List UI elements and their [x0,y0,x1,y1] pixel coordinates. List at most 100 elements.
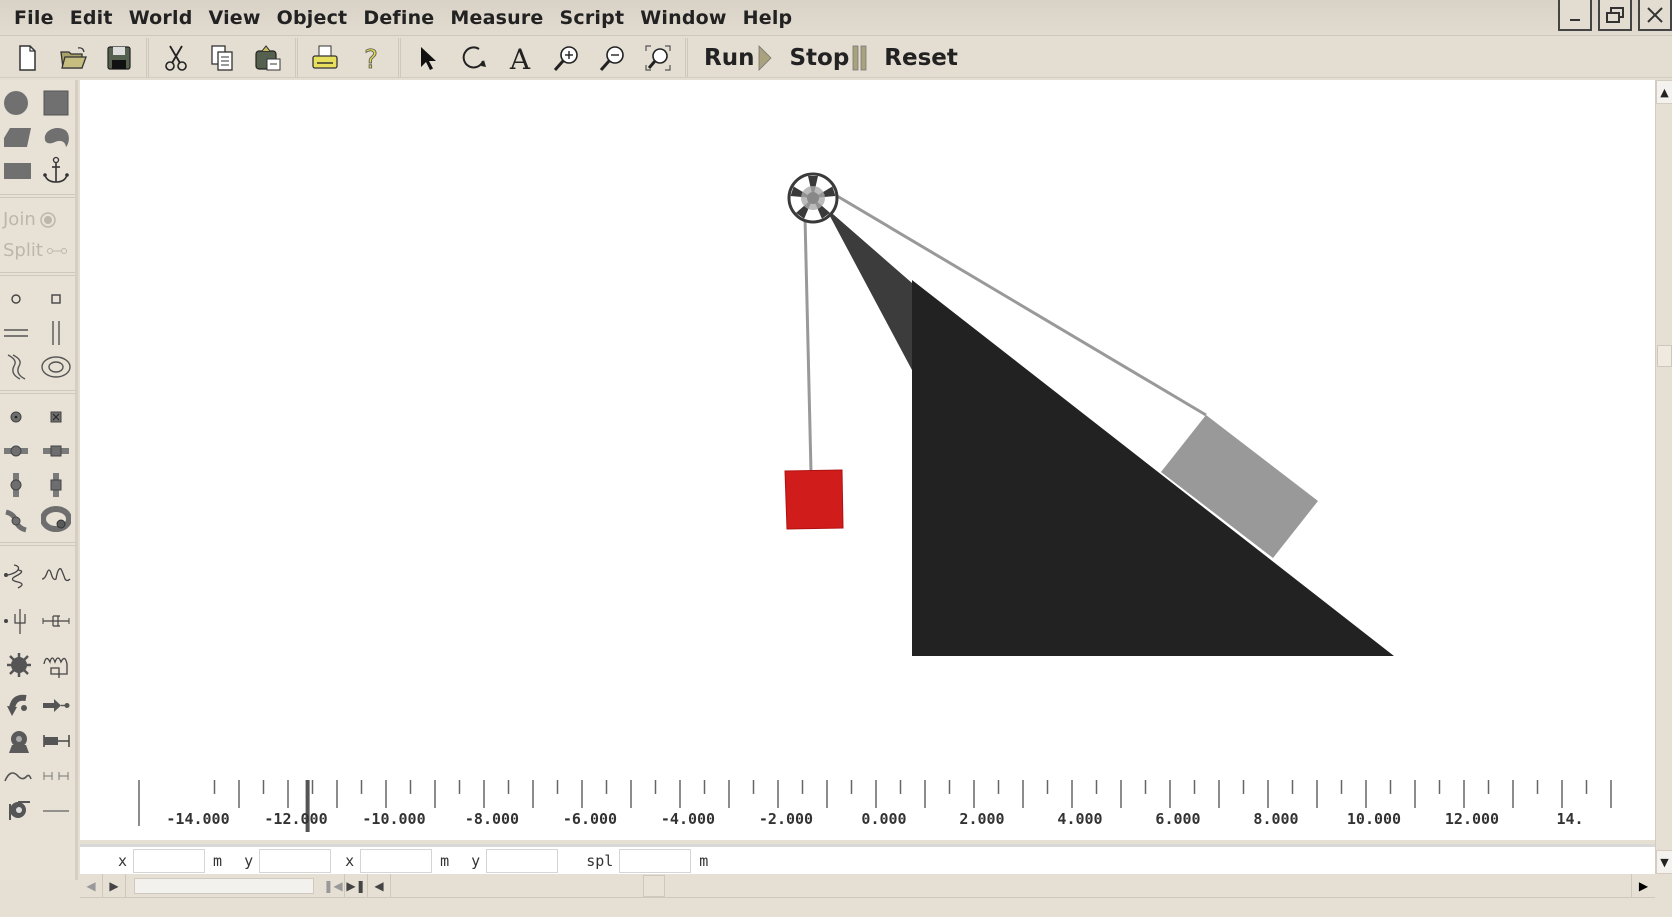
pulley-line-tool[interactable] [38,794,76,828]
paste-button[interactable] [245,39,291,77]
tape-player-bar: ◀ ▶ ❚◀ ▶❚ ◀ ▶ [80,873,1655,898]
minimize-button[interactable] [1558,0,1592,31]
help-question-icon: ? [364,44,379,72]
pulley[interactable] [787,172,839,224]
cut-button[interactable] [153,39,199,77]
hanging-block[interactable] [784,469,844,530]
pulley-tool[interactable] [0,794,38,828]
rope-tool[interactable] [0,759,38,793]
vertical-scrollbar[interactable]: ▲ ▼ [1655,80,1672,874]
run-button[interactable]: Run [696,44,781,72]
x1-label: x [118,851,128,870]
closed-slot-tool[interactable] [38,350,76,384]
vertical-slot-tool[interactable] [38,316,76,350]
rod-tool[interactable] [38,604,76,638]
menu-edit[interactable]: Edit [62,7,121,29]
menu-window[interactable]: Window [632,7,734,29]
pin-joint-tool[interactable] [0,400,38,434]
motor-tool[interactable] [0,724,38,758]
tape-back-button[interactable]: ◀ [80,873,103,898]
incline-ramp[interactable] [912,280,1394,656]
scroll-left-icon: ◀ [374,878,384,893]
curved-pin-slot-tool[interactable] [0,502,38,536]
polygon-tool[interactable] [0,120,38,154]
zoom-fit-icon [645,44,671,71]
close-button[interactable] [1638,0,1672,31]
horizontal-rigid-slot-tool[interactable] [38,434,76,468]
reset-button[interactable]: Reset [876,45,966,71]
scroll-up-button[interactable]: ▲ [1656,80,1672,104]
pointer-tool-button[interactable] [405,39,451,77]
curved-slot-tool[interactable] [0,350,38,384]
menu-view[interactable]: View [201,7,269,29]
anchor-tool[interactable] [38,154,76,188]
file-tools [0,38,149,77]
horizontal-slot-tool[interactable] [0,316,38,350]
linear-actuator-tool[interactable] [38,724,76,758]
menu-file[interactable]: File [6,7,62,29]
join-button[interactable]: Join [0,204,75,235]
rotational-damper-tool[interactable] [38,648,76,682]
zoom-fit-button[interactable] [635,39,681,77]
stop-button[interactable]: Stop [781,44,876,72]
split-button[interactable]: Split [0,235,75,266]
menu-object[interactable]: Object [269,7,356,29]
scroll-right-button[interactable]: ▶ [1631,873,1655,898]
zoom-in-button[interactable] [543,39,589,77]
menu-world[interactable]: World [121,7,201,29]
square-tool[interactable] [38,86,76,120]
tape-forward-button[interactable]: ▶ [103,873,126,898]
restore-button[interactable] [1598,0,1632,31]
rectangle-tool[interactable] [0,154,38,188]
circle-tool[interactable] [0,86,38,120]
horizontal-scroll-thumb[interactable] [643,874,665,897]
point-tool[interactable] [0,282,38,316]
damper-wave-tool[interactable] [38,558,76,592]
rotational-spring-tool[interactable] [0,648,38,682]
spring-tool[interactable] [0,558,38,592]
menu-define[interactable]: Define [355,7,442,29]
text-tool-button[interactable]: A [497,39,543,77]
scroll-down-button[interactable]: ▼ [1656,850,1672,874]
new-file-button[interactable] [4,39,50,77]
print-button[interactable] [302,39,348,77]
fast-forward-button[interactable]: ▶❚ [345,873,368,898]
rewind-button[interactable]: ❚◀ [322,873,345,898]
separator-tool[interactable] [38,759,76,793]
x1-field[interactable] [133,848,206,873]
rigid-joint-tool[interactable] [38,400,76,434]
simulation-controls: Run Stop Reset [688,38,970,77]
copy-button[interactable] [199,39,245,77]
spl-field[interactable] [619,848,692,873]
cut-scissors-icon [165,45,187,71]
y1-field[interactable] [259,848,332,873]
x2-field[interactable] [360,848,433,873]
save-button[interactable] [96,39,142,77]
y2-field[interactable] [486,848,559,873]
horizontal-pin-slot-tool[interactable] [0,434,38,468]
actuator-tool[interactable] [38,688,76,722]
vertical-scroll-thumb[interactable] [1657,345,1672,367]
vertical-pin-slot-tool[interactable] [0,468,38,502]
incline-wedge-shadow[interactable] [824,205,912,370]
rotate-tool-button[interactable] [451,39,497,77]
zoom-out-button[interactable] [589,39,635,77]
rotation-motor-tool[interactable] [0,688,38,722]
pause-bars-icon [852,45,867,70]
menu-help[interactable]: Help [735,7,801,29]
ruler-tick-label: -12.000 [264,810,328,828]
menu-script[interactable]: Script [552,7,633,29]
menu-measure[interactable]: Measure [442,7,551,29]
closed-curved-slot-tool[interactable] [38,502,76,536]
horizontal-scrollbar[interactable]: ▶ [391,873,1655,898]
vertical-rigid-slot-tool[interactable] [38,468,76,502]
scroll-left-button[interactable]: ◀ [368,873,391,898]
open-button[interactable] [50,39,96,77]
help-button[interactable]: ? [348,39,394,77]
curved-body-tool[interactable] [38,120,76,154]
tape-frame-field[interactable] [134,877,314,894]
square-point-tool[interactable] [38,282,76,316]
split-link-icon [46,247,67,254]
simulation-canvas[interactable]: -14.000 -12.000 -10.000 -8.000 -6.000 -4.000 -… [80,80,1655,840]
linear-damper-tool[interactable] [0,604,38,638]
